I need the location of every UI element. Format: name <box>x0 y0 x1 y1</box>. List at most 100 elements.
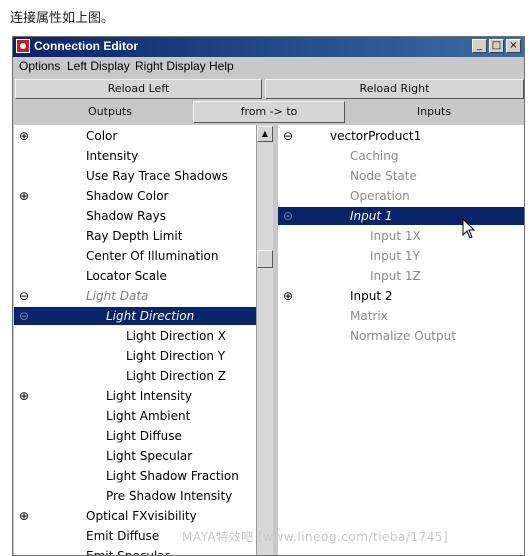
output-attribute-row[interactable]: ⊕ Optical FXvisibility <box>14 507 256 525</box>
input-attribute-row[interactable]: ⊖ vectorProduct1 <box>278 127 524 145</box>
scroll-up-button[interactable]: ▲ <box>257 126 273 142</box>
attribute-label: Intensity <box>86 149 139 163</box>
attribute-label: Light Direction Z <box>126 369 227 383</box>
output-attribute-row[interactable]: Light Specular <box>14 447 256 465</box>
maximize-button[interactable]: □ <box>489 39 504 53</box>
output-attribute-row[interactable]: Shadow Rays <box>14 207 256 225</box>
title-bar[interactable]: Connection Editor _ □ × <box>13 37 524 57</box>
menu-right-display[interactable]: Right Display <box>135 59 206 73</box>
attribute-label: Normalize Output <box>350 329 456 343</box>
attribute-label: Pre Shadow Intensity <box>106 489 233 503</box>
menu-options[interactable]: Options <box>19 59 60 73</box>
collapse-minus-icon[interactable]: ⊖ <box>282 210 294 222</box>
reload-right-button[interactable]: Reload Right <box>265 79 524 99</box>
arrow-up-icon: ▲ <box>261 129 269 138</box>
menu-bar: Options Left Display Right Display Help <box>13 57 524 76</box>
output-attribute-row[interactable]: Pre Shadow Intensity <box>14 487 256 505</box>
attribute-label: Input 1 <box>350 209 393 223</box>
scrollbar-thumb[interactable] <box>257 250 273 268</box>
collapse-minus-icon[interactable]: ⊖ <box>282 130 294 142</box>
input-attribute-row[interactable]: Normalize Output <box>278 327 524 345</box>
expand-plus-icon[interactable]: ⊕ <box>18 510 30 522</box>
input-attribute-row[interactable]: ⊕ Input 2 <box>278 287 524 305</box>
output-attribute-row[interactable]: ⊖ Light Direction <box>14 307 256 325</box>
expand-plus-icon[interactable]: ⊕ <box>18 390 30 402</box>
output-attribute-row[interactable]: Light Diffuse <box>14 427 256 445</box>
menu-help[interactable]: Help <box>209 59 234 73</box>
minimize-button[interactable]: _ <box>472 39 487 53</box>
attribute-label: Input 1Z <box>370 269 421 283</box>
mouse-cursor-icon <box>462 218 476 239</box>
attribute-label: Light Ambient <box>106 409 191 423</box>
attribute-label: Caching <box>350 149 399 163</box>
attribute-label: Light Diffuse <box>106 429 182 443</box>
expand-plus-icon[interactable]: ⊕ <box>282 290 294 302</box>
input-attribute-row[interactable]: Operation <box>278 187 524 205</box>
output-attribute-row[interactable]: Center Of Illumination <box>14 247 256 265</box>
expand-plus-icon[interactable]: ⊕ <box>18 130 30 142</box>
expand-plus-icon[interactable]: ⊕ <box>18 190 30 202</box>
output-attribute-row[interactable]: Locator Scale <box>14 267 256 285</box>
output-attribute-row[interactable]: Intensity <box>14 147 256 165</box>
output-attribute-row[interactable]: ⊕ Color <box>14 127 256 145</box>
attribute-label: Light Specular <box>106 449 193 463</box>
input-attribute-row[interactable]: Caching <box>278 147 524 165</box>
attribute-label: Input 1Y <box>370 249 420 263</box>
attribute-label: Shadow Color <box>86 189 169 203</box>
input-attribute-row[interactable]: Input 1Y <box>278 247 524 265</box>
watermark-text: MAYA特效吧 [www.lineog.com/tieba/1745] <box>182 530 449 544</box>
inputs-header: Inputs <box>416 105 452 118</box>
output-attribute-row[interactable]: Light Shadow Fraction <box>14 467 256 485</box>
input-attribute-row[interactable]: Input 1X <box>278 227 524 245</box>
attribute-label: Ray Depth Limit <box>86 229 183 243</box>
attribute-label: Center Of Illumination <box>86 249 219 263</box>
input-attribute-row[interactable]: Input 1Z <box>278 267 524 285</box>
inputs-list[interactable]: ⊖ vectorProduct1 Caching Node State Operatio… <box>278 125 524 555</box>
attribute-label: Matrix <box>350 309 388 323</box>
connection-editor-window: Connection Editor _ □ × Options Left Dis… <box>12 36 525 556</box>
page-caption: 连接属性如上图。 <box>10 11 115 26</box>
window-title: Connection Editor <box>34 39 138 53</box>
attribute-label: Light Direction Y <box>126 349 226 363</box>
attribute-label: Light Data <box>86 289 149 303</box>
from-to-button[interactable]: from -> to <box>193 101 345 123</box>
input-attribute-row[interactable]: Node State <box>278 167 524 185</box>
attribute-label: Locator Scale <box>86 269 167 283</box>
output-attribute-row[interactable]: Light Direction X <box>14 327 256 345</box>
menu-left-display[interactable]: Left Display <box>67 59 130 73</box>
input-attribute-row[interactable]: ⊖ Input 1 <box>278 207 524 225</box>
attribute-label: vectorProduct1 <box>330 129 422 143</box>
close-button[interactable]: × <box>506 39 521 53</box>
output-attribute-row[interactable]: ⊕ Light Intensity <box>14 387 256 405</box>
attribute-label: Optical FXvisibility <box>86 509 197 523</box>
collapse-minus-icon[interactable]: ⊖ <box>18 310 30 322</box>
attribute-label: Input 2 <box>350 289 393 303</box>
outputs-header: Outputs <box>88 105 132 118</box>
output-attribute-row[interactable]: Light Ambient <box>14 407 256 425</box>
attribute-label: Input 1X <box>370 229 421 243</box>
output-attribute-row[interactable]: ⊕ Shadow Color <box>14 187 256 205</box>
attribute-label: Node State <box>350 169 417 183</box>
output-attribute-row[interactable]: Light Direction Y <box>14 347 256 365</box>
input-attribute-row[interactable]: Matrix <box>278 307 524 325</box>
attribute-label: Emit Specular <box>86 549 170 556</box>
outputs-list[interactable]: ⊕ Color Intensity Use Ray Trace Shadows ⊕ Sha… <box>14 125 256 556</box>
reload-left-button[interactable]: Reload Left <box>15 79 262 99</box>
attribute-label: Light Shadow Fraction <box>106 469 239 483</box>
attribute-label: Use Ray Trace Shadows <box>86 169 228 183</box>
attribute-label: Operation <box>350 189 410 203</box>
collapse-minus-icon[interactable]: ⊖ <box>18 290 30 302</box>
output-attribute-row[interactable]: Use Ray Trace Shadows <box>14 167 256 185</box>
maya-app-icon <box>16 39 30 53</box>
output-attribute-row[interactable]: ⊖ Light Data <box>14 287 256 305</box>
attribute-label: Color <box>86 129 118 143</box>
attribute-label: Shadow Rays <box>86 209 166 223</box>
attribute-label: Light Intensity <box>106 389 192 403</box>
output-attribute-row[interactable]: Light Direction Z <box>14 367 256 385</box>
attribute-label: Light Direction <box>106 309 195 323</box>
output-attribute-row[interactable]: Emit Specular <box>14 547 256 556</box>
attribute-label: Light Direction X <box>126 329 227 343</box>
outputs-scrollbar[interactable]: ▲ <box>256 125 273 555</box>
output-attribute-row[interactable]: Ray Depth Limit <box>14 227 256 245</box>
attribute-label: Emit Diffuse <box>86 529 160 543</box>
